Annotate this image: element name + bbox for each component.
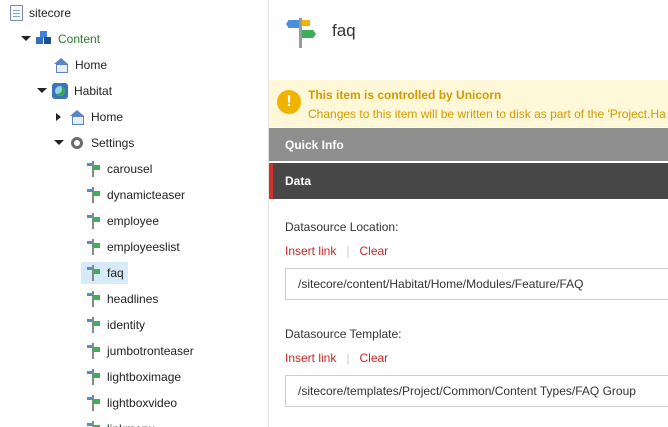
datasource-location-label: Datasource Location: (285, 220, 399, 234)
tree-item-label: headlines (107, 292, 159, 306)
tree-item-faq[interactable]: faq (81, 262, 128, 284)
tree-item-label: Home (91, 110, 124, 124)
warning-icon: ! (277, 90, 301, 114)
unicorn-warning: ! This item is controlled by Unicorn Cha… (269, 80, 668, 127)
tree-item-lightboximage[interactable]: lightboximage (85, 366, 181, 388)
signpost-icon (85, 343, 101, 359)
home-icon (53, 57, 69, 73)
content-tree: sitecore Content Home Habitat Home Setti… (0, 0, 269, 427)
signpost-icon (85, 369, 101, 385)
tree-item-label: identity (107, 318, 146, 332)
signpost-icon (85, 291, 101, 307)
section-title: Quick Info (285, 138, 344, 152)
link-separator: | (346, 244, 350, 258)
document-icon (10, 5, 23, 21)
tree-item-settings[interactable]: Settings (53, 132, 134, 154)
insert-link-button[interactable]: Insert link (285, 351, 336, 365)
datasource-location-field[interactable]: /sitecore/content/Habitat/Home/Modules/F… (285, 268, 668, 300)
item-title: faq (332, 21, 356, 40)
signpost-icon (285, 16, 317, 48)
tree-item-label: lightboximage (107, 370, 182, 384)
tree-item-label: Home (75, 58, 108, 72)
tree-item-label: sitecore (29, 6, 72, 20)
signpost-icon (85, 161, 101, 177)
globe-icon (52, 83, 68, 99)
gear-icon (69, 135, 85, 151)
tree-item-content[interactable]: Content (20, 28, 100, 50)
signpost-icon (85, 265, 101, 281)
clear-button[interactable]: Clear (359, 244, 388, 258)
tree-item-label: Settings (91, 136, 135, 150)
tree-item-carousel[interactable]: carousel (85, 158, 152, 180)
signpost-icon (85, 239, 101, 255)
tree-item-habitat[interactable]: Habitat (36, 80, 112, 102)
tree-item-employeeslist[interactable]: employeeslist (85, 236, 180, 258)
warning-text: Changes to this item will be written to … (308, 107, 666, 121)
tree-item-label: Content (58, 32, 101, 46)
tree-item-lightboxvideo[interactable]: lightboxvideo (85, 392, 177, 414)
signpost-icon (85, 421, 101, 427)
tree-item-habitat-home[interactable]: Home (53, 106, 123, 128)
item-header: faq (269, 0, 668, 70)
tree-item-label: carousel (107, 162, 153, 176)
signpost-icon (85, 187, 101, 203)
tree-item-label: linkmenu (107, 422, 155, 427)
expand-arrow-icon[interactable] (53, 138, 64, 148)
tree-item-linkmenu[interactable]: linkmenu (85, 418, 155, 427)
datasource-location-actions: Insert link | Clear (285, 244, 388, 258)
expand-arrow-icon[interactable] (20, 34, 31, 44)
tree-item-identity[interactable]: identity (85, 314, 145, 336)
link-separator: | (346, 351, 350, 365)
signpost-icon (85, 395, 101, 411)
datasource-template-label: Datasource Template: (285, 327, 402, 341)
warning-title: This item is controlled by Unicorn (308, 88, 502, 102)
tree-item-label: lightboxvideo (107, 396, 178, 410)
clear-button[interactable]: Clear (359, 351, 388, 365)
tree-item-employee[interactable]: employee (85, 210, 159, 232)
content-cubes-icon (36, 31, 52, 47)
tree-item-dynamicteaser[interactable]: dynamicteaser (85, 184, 185, 206)
tree-item-label: jumbotronteaser (107, 344, 194, 358)
tree-item-label: employee (107, 214, 160, 228)
section-quick-info[interactable]: Quick Info (269, 128, 668, 161)
datasource-template-actions: Insert link | Clear (285, 351, 388, 365)
tree-item-sitecore[interactable]: sitecore (8, 2, 71, 24)
datasource-template-field[interactable]: /sitecore/templates/Project/Common/Conte… (285, 375, 668, 407)
section-data[interactable]: Data (269, 163, 668, 199)
tree-item-headlines[interactable]: headlines (85, 288, 158, 310)
home-icon (69, 109, 85, 125)
tree-item-jumbotronteaser[interactable]: jumbotronteaser (85, 340, 194, 362)
collapse-arrow-icon[interactable] (53, 112, 63, 122)
tree-item-home[interactable]: Home (53, 54, 107, 76)
tree-item-label: faq (107, 266, 124, 280)
insert-link-button[interactable]: Insert link (285, 244, 336, 258)
tree-item-label: employeeslist (107, 240, 180, 254)
expand-arrow-icon[interactable] (36, 86, 47, 96)
content-editor: faq ! This item is controlled by Unicorn… (269, 0, 668, 427)
signpost-icon (85, 317, 101, 333)
section-title: Data (285, 174, 312, 188)
tree-item-label: Habitat (74, 84, 113, 98)
tree-item-label: dynamicteaser (107, 188, 186, 202)
signpost-icon (85, 213, 101, 229)
